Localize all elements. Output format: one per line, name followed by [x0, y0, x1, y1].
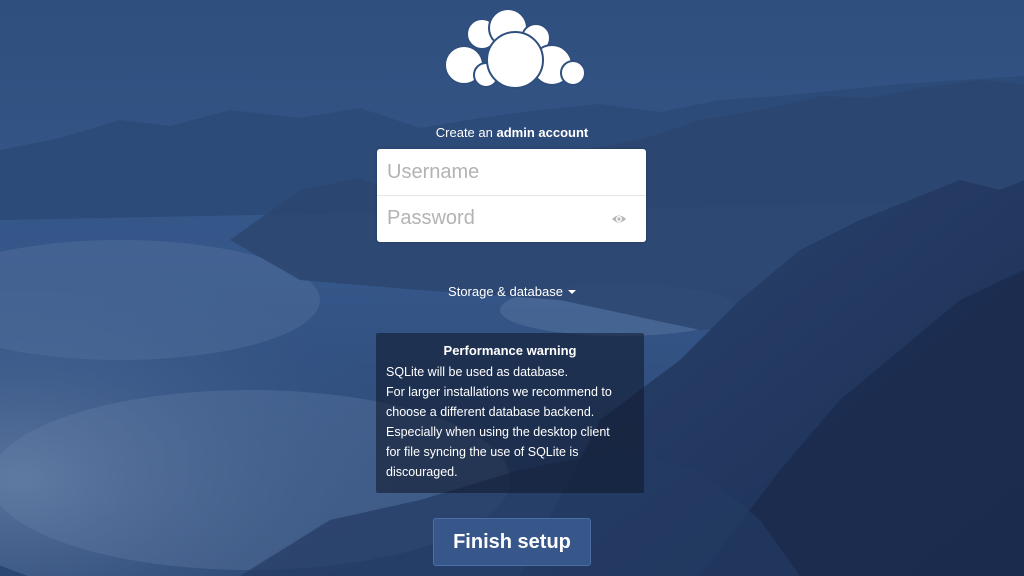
- page-heading: Create an admin account: [362, 124, 662, 142]
- warning-line: SQLite will be used as database.: [386, 365, 569, 379]
- username-input[interactable]: [377, 149, 646, 195]
- storage-database-label: Storage & database: [448, 284, 563, 299]
- username-field-wrapper: [377, 149, 646, 195]
- warning-line: Especially when using the desktop client: [386, 425, 610, 439]
- heading-emphasis: admin account: [496, 125, 589, 140]
- warning-title: Performance warning: [443, 343, 577, 358]
- storage-database-toggle[interactable]: Storage & database: [412, 283, 612, 301]
- heading-prefix: Create an: [435, 125, 493, 140]
- warning-line: choose a different database backend.: [386, 405, 595, 419]
- finish-setup-button[interactable]: Finish setup: [433, 518, 591, 566]
- caret-down-icon: [567, 289, 576, 294]
- warning-line: for file syncing the use of SQLite is: [386, 445, 579, 459]
- warning-line: For larger installations we recommend to: [386, 385, 612, 399]
- password-input[interactable]: [377, 196, 646, 241]
- performance-warning-box: Performance warning SQLite will be used …: [376, 333, 644, 493]
- eye-icon[interactable]: [611, 212, 627, 226]
- password-field-wrapper: [377, 195, 646, 241]
- cloud-logo-icon: [442, 8, 588, 90]
- warning-line: discouraged.: [386, 465, 458, 479]
- admin-account-form: [377, 149, 646, 242]
